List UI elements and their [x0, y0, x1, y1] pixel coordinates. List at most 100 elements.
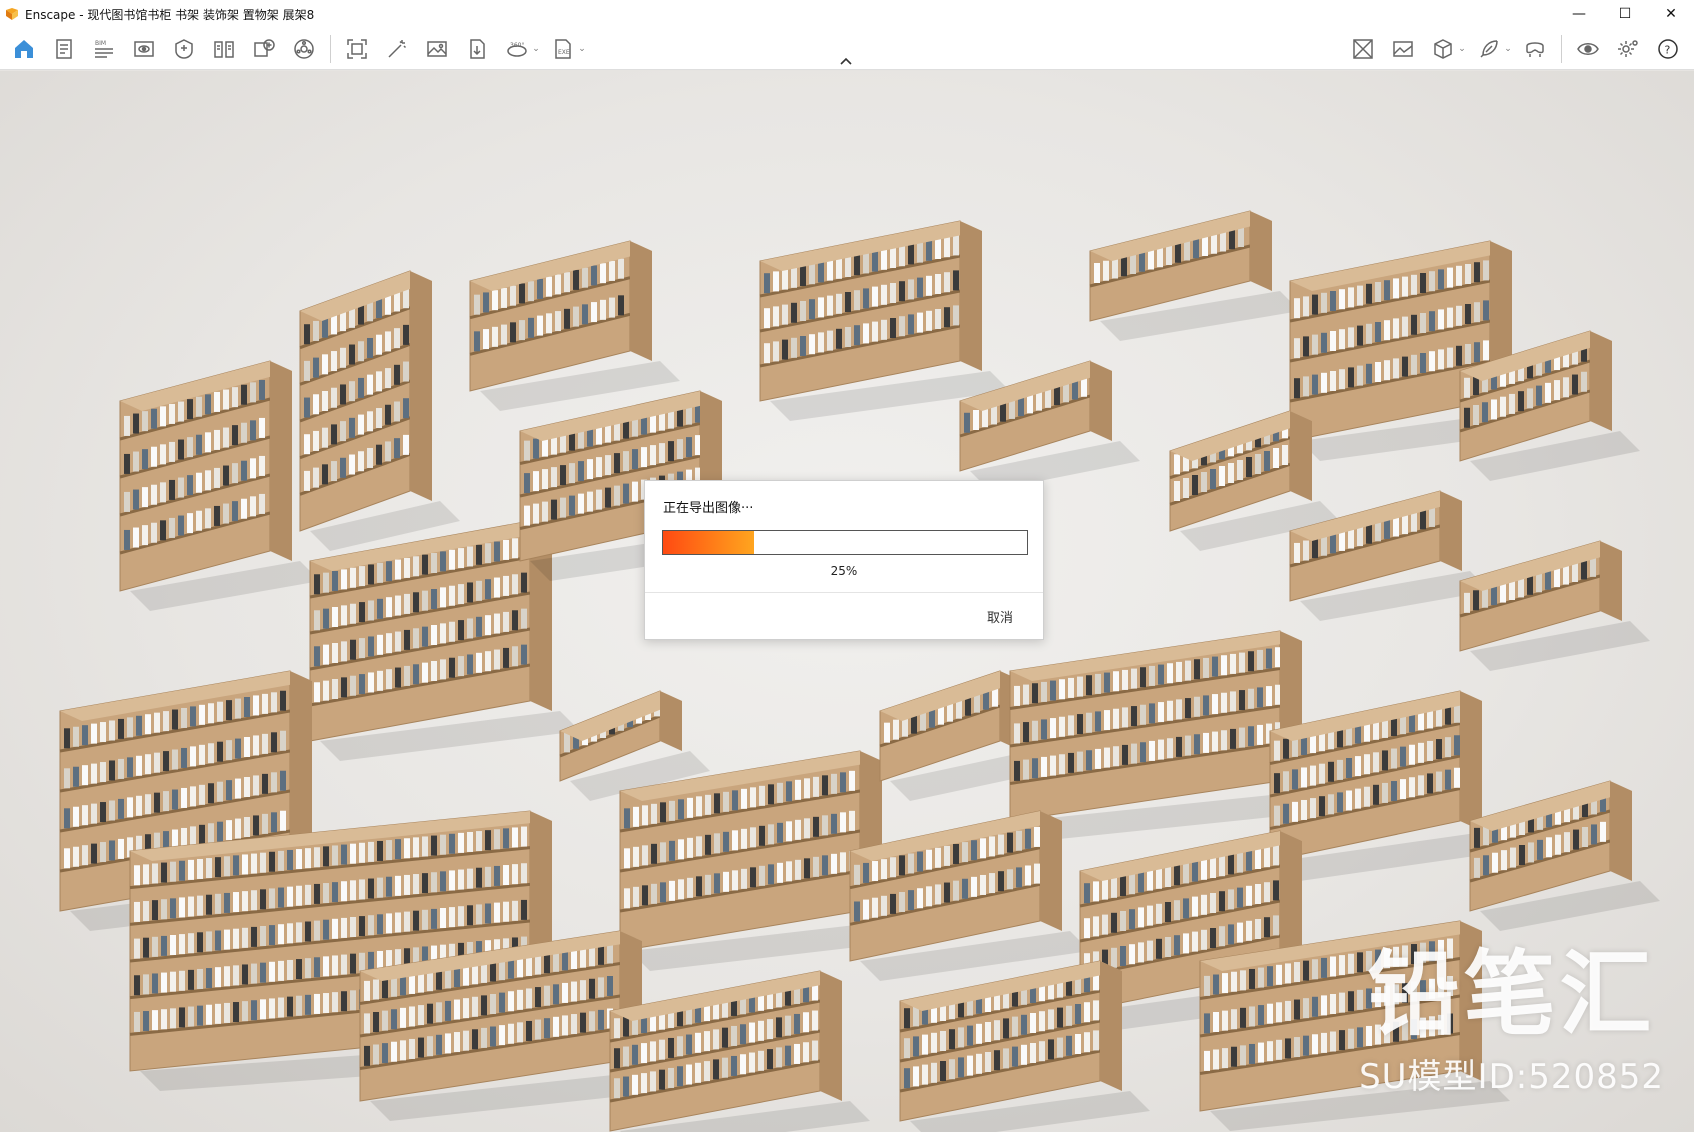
book	[314, 610, 320, 631]
collapse-toolbar-chevron[interactable]	[836, 54, 856, 68]
panorama-360-button[interactable]: 360°	[497, 31, 537, 67]
gallery-icon	[1393, 41, 1413, 57]
book	[127, 797, 133, 818]
book	[782, 339, 788, 360]
book	[1012, 1016, 1018, 1037]
book	[332, 845, 338, 866]
book	[1312, 996, 1318, 1017]
notes-button[interactable]	[44, 31, 84, 67]
visibility-button[interactable]	[1568, 31, 1608, 67]
cube-button[interactable]	[1423, 31, 1463, 67]
book	[1357, 526, 1363, 547]
book	[454, 999, 460, 1020]
minimize-button[interactable]: —	[1556, 0, 1602, 28]
book	[1165, 937, 1171, 957]
book	[1032, 683, 1038, 704]
book	[472, 996, 478, 1017]
screenshot-button[interactable]	[337, 31, 377, 67]
book	[1016, 867, 1022, 888]
bookshelf	[1089, 210, 1300, 341]
book	[1174, 454, 1180, 475]
book	[1183, 478, 1189, 498]
book	[521, 572, 527, 593]
view-button[interactable]	[124, 31, 164, 67]
image-button[interactable]	[417, 31, 457, 67]
book	[269, 925, 275, 946]
book	[818, 297, 824, 318]
book	[1483, 260, 1489, 281]
book	[623, 451, 629, 472]
magic-wand-button[interactable]	[377, 31, 417, 67]
book	[1445, 737, 1451, 758]
book	[1264, 451, 1270, 471]
book	[758, 1020, 764, 1041]
book	[358, 451, 364, 472]
book	[431, 661, 437, 681]
cancel-button[interactable]: 取消	[987, 607, 1013, 626]
book	[1391, 781, 1397, 802]
book	[313, 430, 319, 451]
book	[827, 330, 833, 351]
book	[1237, 852, 1243, 873]
help-icon: ?	[1658, 39, 1678, 59]
book	[233, 892, 239, 913]
book	[1246, 850, 1252, 871]
book	[190, 786, 196, 807]
shelf-side	[1440, 491, 1462, 571]
book	[1102, 879, 1108, 900]
book	[64, 728, 70, 749]
book	[413, 592, 419, 613]
book	[535, 954, 541, 975]
book	[490, 1026, 496, 1047]
book	[259, 493, 265, 514]
book	[600, 263, 606, 284]
feather-button[interactable]	[1469, 31, 1509, 67]
batch-render-button[interactable]	[457, 31, 497, 67]
book	[777, 862, 783, 883]
book	[341, 677, 347, 698]
book	[323, 919, 329, 940]
book	[1210, 893, 1216, 913]
home-button[interactable]	[4, 31, 44, 67]
book	[1158, 739, 1164, 760]
book	[1130, 254, 1136, 274]
book	[463, 1030, 469, 1051]
bim-label: BIM	[95, 40, 106, 47]
book	[188, 1006, 194, 1027]
book	[296, 995, 302, 1016]
book	[124, 415, 130, 436]
book	[373, 1012, 379, 1032]
book	[1210, 858, 1216, 878]
book	[163, 791, 169, 812]
book-button[interactable]	[204, 31, 244, 67]
book	[1183, 898, 1189, 919]
book	[660, 882, 666, 903]
add-view-button[interactable]	[244, 31, 284, 67]
asset-library-button[interactable]	[164, 31, 204, 67]
book	[1564, 832, 1570, 853]
book	[250, 382, 256, 403]
book	[580, 947, 586, 968]
book	[773, 341, 779, 362]
material-editor-icon	[1353, 39, 1373, 59]
panorama-button[interactable]	[284, 31, 324, 67]
book	[1366, 323, 1372, 344]
book	[376, 371, 382, 392]
help-button[interactable]: ?	[1648, 31, 1688, 67]
book	[152, 900, 158, 921]
book	[944, 307, 950, 328]
book	[1264, 847, 1270, 868]
book	[890, 893, 896, 914]
close-button[interactable]: ✕	[1648, 0, 1694, 28]
gallery-button[interactable]	[1383, 31, 1423, 67]
vr-headset-button[interactable]	[1515, 31, 1555, 67]
book	[205, 508, 211, 529]
settings-button[interactable]	[1608, 31, 1648, 67]
material-editor-button[interactable]	[1343, 31, 1383, 67]
maximize-button[interactable]: ☐	[1602, 0, 1648, 28]
book	[1032, 758, 1038, 779]
bim-button[interactable]: BIM	[84, 31, 124, 67]
book	[732, 830, 738, 851]
exe-export-button[interactable]: EXE	[543, 31, 583, 67]
book	[940, 1061, 946, 1081]
